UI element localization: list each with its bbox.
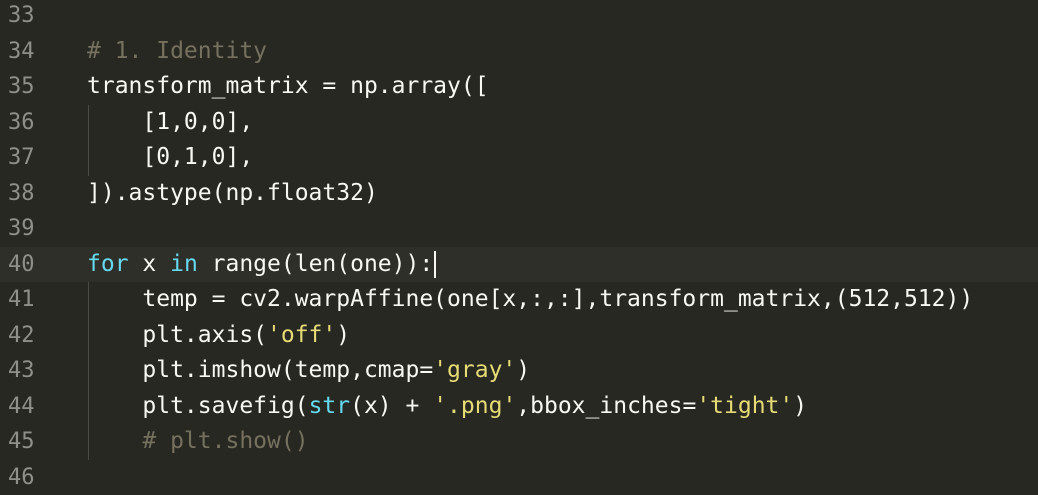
line-number: 46 <box>8 460 56 495</box>
code-text[interactable]: temp = cv2.warpAffine(one[x,:,:],transfo… <box>87 282 973 318</box>
code-line[interactable]: 38 ]).astype(np.float32) <box>0 176 1038 212</box>
code-string: 'gray' <box>433 357 516 383</box>
line-number: 36 <box>8 105 56 141</box>
code-token: plt.savefig( <box>87 393 309 419</box>
code-token: transform_matrix = np.array([ <box>87 73 489 99</box>
code-comment: # plt.show() <box>142 428 308 454</box>
line-number: 41 <box>8 282 56 318</box>
code-line[interactable]: 37 [0,1,0], <box>0 140 1038 176</box>
line-number: 34 <box>8 34 56 70</box>
code-text[interactable]: [1,0,0], <box>87 105 253 141</box>
code-token: (x) + <box>350 393 433 419</box>
code-text[interactable]: plt.imshow(temp,cmap='gray') <box>87 353 530 389</box>
code-line[interactable]: 43 plt.imshow(temp,cmap='gray') <box>0 353 1038 389</box>
code-token: plt.imshow(temp,cmap= <box>87 357 433 383</box>
code-token: ) <box>516 357 530 383</box>
code-token: x <box>129 251 171 277</box>
code-editor[interactable]: 3334 # 1. Identity 35 transform_matrix = np… <box>0 0 1038 495</box>
code-line[interactable]: 34 # 1. Identity <box>0 34 1038 70</box>
code-line[interactable]: 42 plt.axis('off') <box>0 318 1038 354</box>
line-number: 44 <box>8 389 56 425</box>
line-number: 38 <box>8 176 56 212</box>
code-token: plt.axis( <box>87 322 267 348</box>
code-text[interactable]: plt.savefig(str(x) + '.png',bbox_inches=… <box>87 389 807 425</box>
code-keyword: str <box>309 393 351 419</box>
code-line[interactable]: 44 plt.savefig(str(x) + '.png',bbox_inch… <box>0 389 1038 425</box>
line-number: 39 <box>8 211 56 247</box>
code-token: temp = cv2.warpAffine(one[x,:,:],transfo… <box>87 286 973 312</box>
code-text[interactable]: # plt.show() <box>87 424 309 460</box>
code-string: 'tight' <box>696 393 793 419</box>
code-string: '.png' <box>433 393 516 419</box>
code-line[interactable]: 36 [1,0,0], <box>0 105 1038 141</box>
line-number: 43 <box>8 353 56 389</box>
code-token: ]).astype(np.float32) <box>87 180 378 206</box>
code-keyword: in <box>170 251 198 277</box>
code-line[interactable]: 33 <box>0 0 1038 34</box>
line-number: 42 <box>8 318 56 354</box>
line-number: 33 <box>8 0 56 34</box>
code-token: ) <box>793 393 807 419</box>
text-cursor <box>434 251 436 278</box>
code-text[interactable]: ]).astype(np.float32) <box>87 176 378 212</box>
code-line[interactable]: 40 for x in range(len(one)): <box>0 247 1038 283</box>
code-token: range(len(one)): <box>198 251 433 277</box>
code-line[interactable]: 35 transform_matrix = np.array([ <box>0 69 1038 105</box>
code-line[interactable]: 39 <box>0 211 1038 247</box>
code-comment: # 1. Identity <box>87 38 267 64</box>
code-text[interactable]: transform_matrix = np.array([ <box>87 69 489 105</box>
code-line[interactable]: 46 <box>0 460 1038 495</box>
code-line[interactable]: 41 temp = cv2.warpAffine(one[x,:,:],tran… <box>0 282 1038 318</box>
code-keyword: for <box>87 251 129 277</box>
code-line[interactable]: 45 # plt.show() <box>0 424 1038 460</box>
code-token: ,bbox_inches= <box>516 393 696 419</box>
code-text[interactable]: plt.axis('off') <box>87 318 350 354</box>
line-number: 37 <box>8 140 56 176</box>
line-number: 40 <box>8 247 56 283</box>
code-string: 'off' <box>267 322 336 348</box>
code-text[interactable]: [0,1,0], <box>87 140 253 176</box>
line-number: 35 <box>8 69 56 105</box>
code-text[interactable]: # 1. Identity <box>87 34 267 70</box>
code-token: [1,0,0], <box>87 109 253 135</box>
code-token: [0,1,0], <box>87 144 253 170</box>
code-text[interactable]: for x in range(len(one)): <box>87 247 436 283</box>
line-number: 45 <box>8 424 56 460</box>
code-token: ) <box>336 322 350 348</box>
code-token <box>87 428 142 454</box>
